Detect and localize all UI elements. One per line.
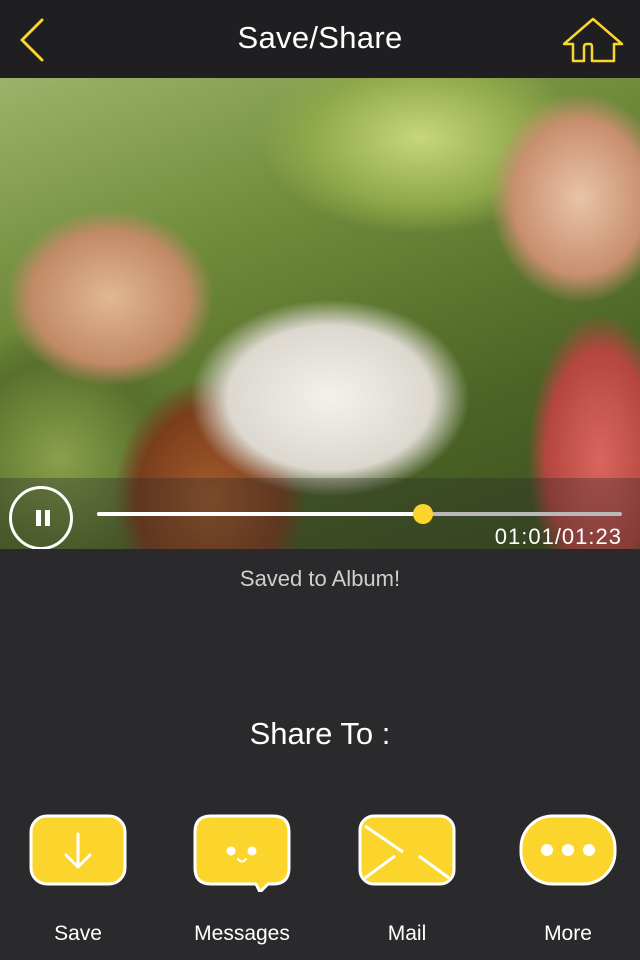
home-icon — [562, 17, 624, 63]
page-title: Save/Share — [237, 20, 403, 55]
navigation-bar: Save/Share — [0, 0, 640, 78]
share-title: Share To : — [249, 716, 391, 751]
share-save-button[interactable]: Save — [13, 812, 143, 952]
progress-slider[interactable] — [97, 504, 622, 524]
envelope-icon — [358, 814, 456, 886]
more-dots-icon — [519, 814, 617, 886]
share-more-button[interactable]: More — [503, 812, 633, 952]
share-messages-button[interactable]: Messages — [177, 812, 307, 952]
share-mail-button[interactable]: Mail — [342, 812, 472, 952]
pause-icon-bar — [45, 510, 50, 526]
share-mail-label: Mail — [387, 922, 427, 945]
progress-knob[interactable] — [412, 504, 433, 524]
share-messages-label: Messages — [194, 922, 290, 945]
video-player[interactable]: 01:01/01:23 — [0, 78, 640, 549]
share-more-label: More — [544, 922, 592, 945]
message-bubble-icon — [193, 814, 291, 892]
share-save-label: Save — [54, 922, 102, 945]
time-readout: 01:01/01:23 — [494, 524, 622, 549]
pause-icon — [36, 510, 41, 526]
download-icon — [29, 814, 127, 886]
status-message: Saved to Album! — [239, 566, 401, 591]
home-button[interactable] — [560, 14, 626, 66]
progress-played — [97, 512, 423, 516]
pause-button[interactable] — [9, 486, 73, 549]
